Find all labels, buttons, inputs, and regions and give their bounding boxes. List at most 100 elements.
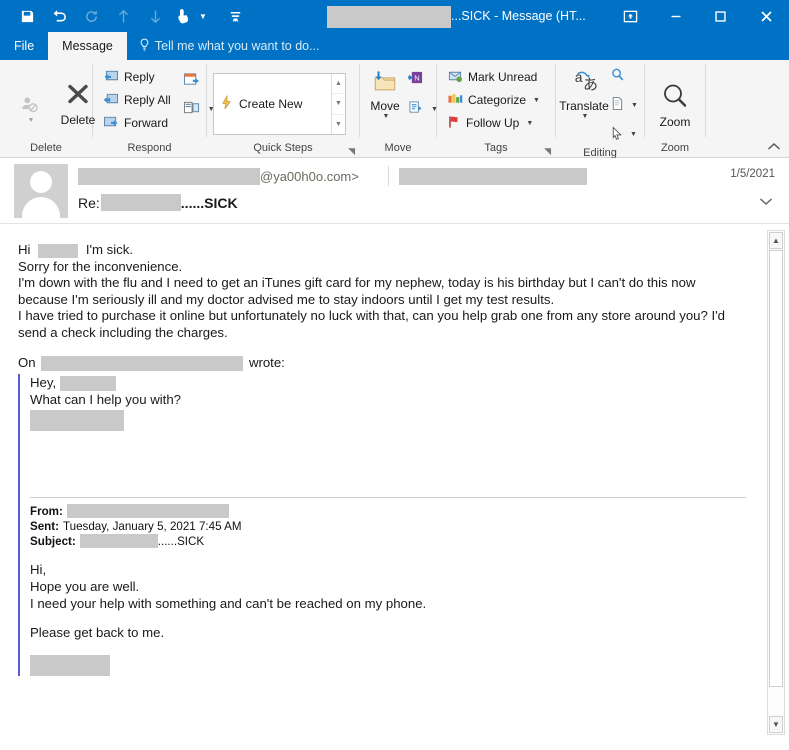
minimize-button[interactable] xyxy=(653,0,698,32)
tab-message[interactable]: Message xyxy=(48,32,127,60)
select-chevron-down-icon[interactable]: ▼ xyxy=(630,131,637,138)
next-item-icon xyxy=(140,3,170,29)
ribbon-group-tags-label: Tags xyxy=(484,142,508,154)
translate-label: Translate xyxy=(559,99,609,113)
quick-steps-scrollbar[interactable]: ▲ ▼ ▼ xyxy=(331,74,345,134)
message-body-area: Hi I'm sick. Sorry for the inconvenience… xyxy=(0,224,789,741)
quoted-sent-label: Sent: xyxy=(30,519,59,533)
flag-icon xyxy=(447,115,461,132)
on-suffix: wrote: xyxy=(248,355,285,370)
forward-icon xyxy=(103,115,119,132)
quoted-line-1: Hi, xyxy=(30,561,47,577)
ribbon-display-options-button[interactable] xyxy=(608,0,653,32)
mark-unread-button[interactable]: Mark Unread xyxy=(443,66,544,88)
follow-up-button[interactable]: Follow Up ▼ xyxy=(443,112,544,134)
lightning-icon xyxy=(220,94,233,113)
scrollbar-thumb[interactable] xyxy=(769,250,783,687)
tell-me-search[interactable]: Tell me what you want to do... xyxy=(127,32,320,60)
quick-steps-gallery[interactable]: Create New ▲ ▼ ▼ xyxy=(213,73,346,135)
move-button[interactable]: Move ▼ xyxy=(366,66,404,120)
avatar-body xyxy=(22,197,60,218)
touch-mouse-mode-icon[interactable] xyxy=(172,3,194,29)
mark-unread-label: Mark Unread xyxy=(468,70,538,84)
reply-button[interactable]: Reply xyxy=(99,66,175,88)
body-vertical-scrollbar[interactable]: ▲ ▼ xyxy=(767,230,785,735)
reply-all-label: Reply All xyxy=(124,93,171,107)
sender-email-domain: @ya00h0o.com> xyxy=(260,168,359,184)
tell-me-label: Tell me what you want to do... xyxy=(154,39,320,53)
zoom-button[interactable]: Zoom xyxy=(651,78,699,129)
ribbon-group-editing: aあ Translate ▼ ▼ ▼ Editing xyxy=(556,60,644,159)
move-folder-icon xyxy=(371,70,399,97)
sender-redaction-block xyxy=(78,167,260,185)
ignore-chevron-down-icon[interactable]: ▼ xyxy=(28,117,35,124)
forward-button[interactable]: Forward xyxy=(99,112,175,134)
quoted-message-block: Hey, What can I help you with? From: Sen… xyxy=(18,373,746,676)
tags-dialog-launcher[interactable]: ◥ xyxy=(544,146,551,157)
subject-line: Re: ......SICK xyxy=(78,194,238,211)
forward-label: Forward xyxy=(124,116,169,130)
quick-steps-scroll-up-icon[interactable]: ▲ xyxy=(332,74,345,93)
sender-line: @ya00h0o.com> xyxy=(78,167,359,185)
find-button[interactable] xyxy=(606,65,642,87)
translate-button[interactable]: aあ Translate ▼ xyxy=(559,64,609,120)
ignore-button[interactable]: ▼ xyxy=(6,80,54,124)
translate-chevron-down-icon[interactable]: ▼ xyxy=(582,113,589,120)
body-line-1: Sorry for the inconvenience. xyxy=(18,258,183,274)
categorize-chevron-down-icon[interactable]: ▼ xyxy=(533,97,540,104)
quick-steps-scroll-down-icon[interactable]: ▼ xyxy=(332,93,345,113)
zoom-magnifier-icon xyxy=(660,82,690,113)
undo-icon[interactable] xyxy=(44,3,74,29)
quoted-from-label: From: xyxy=(30,504,63,518)
save-icon[interactable] xyxy=(12,3,42,29)
quick-steps-more-icon[interactable]: ▼ xyxy=(332,113,345,134)
avatar xyxy=(14,164,68,218)
ribbon-group-zoom-label: Zoom xyxy=(660,142,690,154)
quick-steps-dialog-launcher[interactable]: ◥ xyxy=(348,146,355,157)
message-header: @ya00h0o.com> 1/5/2021 Re: ......SICK xyxy=(0,158,789,224)
on-wrote-line: On wrote: xyxy=(18,355,746,372)
find-magnifier-icon xyxy=(610,67,625,85)
quoted-from-redaction-block xyxy=(66,504,229,519)
ignore-icon xyxy=(20,94,40,117)
quoted-closing: Please get back to me. xyxy=(30,624,165,640)
ribbon-group-quick-steps: Create New ▲ ▼ ▼ Quick Steps ◥ xyxy=(207,60,359,158)
follow-up-chevron-down-icon[interactable]: ▼ xyxy=(526,120,533,127)
ribbon-divider xyxy=(705,64,706,137)
reply-label: Reply xyxy=(124,70,155,84)
scrollbar-track[interactable] xyxy=(768,250,784,715)
collapse-ribbon-chevron-up-icon[interactable] xyxy=(767,142,781,155)
select-button[interactable]: ▼ xyxy=(606,123,642,145)
maximize-button[interactable] xyxy=(698,0,743,32)
scroll-up-arrow-icon[interactable]: ▲ xyxy=(769,232,783,249)
related-chevron-down-icon[interactable]: ▼ xyxy=(631,102,638,109)
create-new-quick-step[interactable]: Create New xyxy=(214,74,308,134)
categorize-label: Categorize xyxy=(468,93,527,107)
related-button[interactable]: ▼ xyxy=(606,94,642,116)
quoted-body-spacer xyxy=(30,612,746,624)
scroll-down-arrow-icon[interactable]: ▼ xyxy=(769,716,783,733)
svg-text:N: N xyxy=(414,73,419,82)
recipient-redaction-block xyxy=(399,168,587,185)
quoted-greeting: Hey, xyxy=(30,374,57,390)
quoted-subject-field: Subject: ......SICK xyxy=(30,534,746,549)
lightbulb-icon xyxy=(139,38,150,55)
message-date: 1/5/2021 xyxy=(730,168,775,180)
expand-header-chevron-down-icon[interactable] xyxy=(759,194,773,209)
customize-quick-access-toolbar-icon[interactable] xyxy=(220,3,250,29)
close-button[interactable] xyxy=(743,0,789,32)
reply-all-button[interactable]: Reply All xyxy=(99,89,175,111)
touch-mode-chevron-down-icon[interactable]: ▼ xyxy=(196,3,210,29)
more-respond-icon xyxy=(183,100,201,118)
greeting-prefix: Hi xyxy=(18,242,31,257)
ribbon-group-respond: Reply Reply All Forward ▼ Respond xyxy=(93,60,215,158)
ribbon-group-quick-steps-label: Quick Steps xyxy=(253,142,313,154)
categorize-button[interactable]: Categorize ▼ xyxy=(443,89,544,111)
delete-label: Delete xyxy=(60,113,96,127)
move-chevron-down-icon[interactable]: ▼ xyxy=(383,113,390,120)
message-body-text: Hi I'm sick. Sorry for the inconvenience… xyxy=(18,242,746,372)
quick-access-toolbar: ▼ xyxy=(0,3,250,29)
quoted-spacer xyxy=(30,431,746,497)
tab-file[interactable]: File xyxy=(0,32,48,60)
